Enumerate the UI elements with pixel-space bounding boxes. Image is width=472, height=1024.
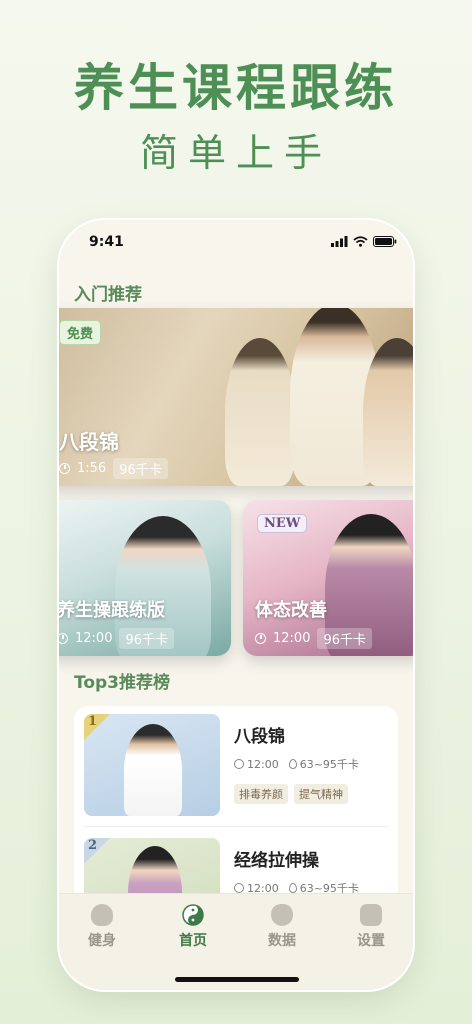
tab-home[interactable]: 首页 — [163, 904, 223, 950]
course-meta: 12:00 63~95千卡 — [234, 756, 359, 772]
clock-icon — [234, 882, 244, 893]
clock-icon — [234, 758, 244, 769]
status-time: 9:41 — [89, 234, 124, 250]
top3-section-title: Top3推荐榜 — [74, 673, 171, 693]
course-thumbnail: 1 — [84, 714, 220, 816]
tab-label: 首页 — [179, 933, 207, 949]
intro-section-title: 入门推荐 — [74, 285, 142, 305]
free-badge: 免费 — [59, 320, 102, 345]
top3-list: 1 八段锦 12:00 63~95千卡 排毒养颜 提气精神 2 经络拉伸操 12… — [74, 706, 398, 906]
instructor-figure — [225, 338, 295, 486]
course-card-exercise[interactable]: 养生操跟练版 12:00 96千卡 — [59, 500, 231, 656]
course-duration: 12:00 — [75, 631, 113, 646]
course-duration: 12:00 — [247, 757, 279, 771]
tab-settings[interactable]: 设置 — [341, 904, 401, 950]
featured-kcal: 96千卡 — [113, 458, 168, 479]
course-card-meta: 12:00 96千卡 — [255, 628, 373, 649]
course-kcal: 96千卡 — [317, 628, 373, 649]
flame-icon — [288, 883, 297, 893]
rank-badge: 2 — [84, 838, 110, 864]
clock-icon — [255, 633, 266, 644]
battery-icon — [373, 236, 397, 247]
course-duration: 12:00 — [273, 631, 311, 646]
hero-title: 养生课程跟练 — [74, 58, 398, 117]
featured-course-card[interactable]: 免费 八段锦 1:56 96千卡 — [59, 308, 413, 486]
tag: 提气精神 — [294, 784, 348, 804]
status-icons — [331, 236, 397, 247]
featured-meta: 1:56 96千卡 — [59, 458, 168, 479]
tab-bar: 健身 首页 数据 设置 — [59, 893, 413, 990]
tab-label: 健身 — [88, 933, 116, 949]
flame-icon — [288, 759, 297, 769]
tab-data[interactable]: 数据 — [252, 904, 312, 950]
divider — [84, 826, 388, 827]
course-title: 八段锦 — [234, 727, 285, 747]
tab-label: 设置 — [357, 933, 385, 949]
course-card-posture[interactable]: NEW 体态改善 12:00 96千卡 — [243, 500, 413, 656]
course-title: 经络拉伸操 — [234, 851, 319, 871]
course-tags: 排毒养颜 提气精神 — [234, 784, 348, 804]
phone-frame: 9:41 入门推荐 免费 八段锦 1:56 96千卡 养生操跟练版 12:00 … — [59, 220, 413, 990]
gourd-icon — [271, 904, 293, 926]
course-card-title: 养生操跟练版 — [59, 600, 165, 621]
course-card-meta: 12:00 96千卡 — [59, 628, 175, 649]
list-item[interactable]: 1 八段锦 12:00 63~95千卡 排毒养颜 提气精神 — [74, 706, 398, 830]
course-kcal: 96千卡 — [119, 628, 175, 649]
home-indicator — [175, 977, 299, 982]
course-kcal: 63~95千卡 — [299, 758, 359, 771]
tag: 排毒养颜 — [234, 784, 288, 804]
clock-icon — [59, 633, 68, 644]
featured-duration: 1:56 — [77, 461, 107, 476]
gear-icon — [360, 904, 382, 926]
course-card-title: 体态改善 — [255, 600, 327, 621]
wifi-icon — [353, 236, 368, 247]
tab-fitness[interactable]: 健身 — [72, 904, 132, 950]
rank-badge: 1 — [84, 714, 110, 740]
hero-subtitle: 简单上手 — [139, 131, 332, 175]
yin-yang-icon — [182, 904, 204, 926]
tab-label: 数据 — [268, 933, 296, 949]
meditation-icon — [91, 904, 113, 926]
status-bar: 9:41 — [59, 234, 413, 254]
clock-icon — [59, 463, 70, 474]
new-badge: NEW — [257, 514, 308, 533]
signal-icon — [331, 236, 348, 247]
featured-title: 八段锦 — [59, 430, 119, 454]
